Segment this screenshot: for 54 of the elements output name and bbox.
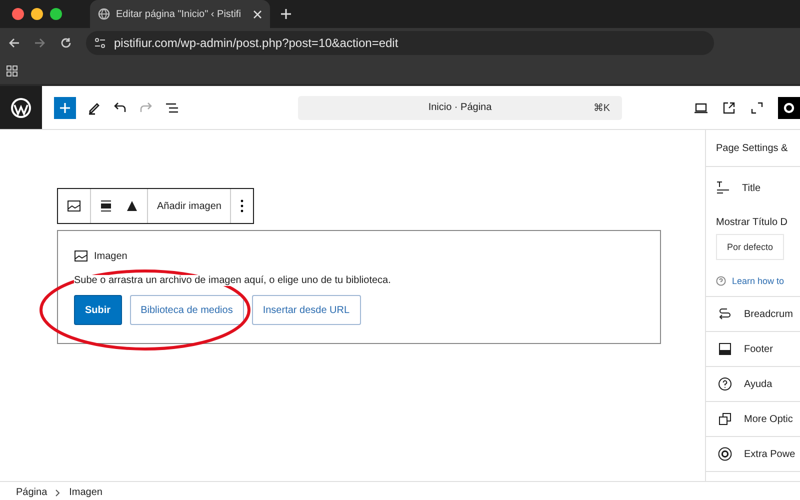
upload-button[interactable]: Subir [74,295,122,325]
panel-title[interactable]: Breadcrum [744,308,793,320]
help-link[interactable]: Learn how to [732,276,784,286]
fullscreen-icon[interactable] [750,100,764,114]
sidebar-header: Page Settings & [706,130,800,167]
panel-title[interactable]: Title [742,182,761,194]
triangle-icon[interactable] [126,200,138,212]
close-icon[interactable] [253,10,262,18]
align-icon[interactable] [100,200,112,212]
command-bar[interactable]: Inicio · Página ⌘K [298,96,622,120]
forward-icon[interactable] [34,37,46,49]
more-options-icon[interactable] [240,199,244,213]
route-icon [718,307,732,321]
instructions-text: Sube o arrastra un archivo de imagen aquí, o elige uno de tu biblioteca. [74,275,391,286]
help-icon [718,377,732,391]
panel-title[interactable]: Extra Powe [744,448,796,460]
logo-button[interactable] [0,86,42,129]
apps-grid-icon[interactable] [6,65,18,77]
title-icon [716,181,730,195]
plus-icon [59,102,71,114]
shortcut-hint: ⌘K [593,102,610,114]
desktop-preview-icon[interactable] [694,100,708,114]
field-label: Mostrar Título D [716,217,788,228]
external-link-icon[interactable] [722,100,736,114]
add-block-button[interactable] [54,96,76,118]
breadcrumb-link[interactable]: Imagen [69,487,102,498]
breadcrumb-link[interactable]: Página [16,487,48,498]
minimize-light-icon[interactable] [31,8,43,20]
panel-title[interactable]: More Optic [744,414,793,424]
chevron-icon [55,488,62,496]
panel-title[interactable]: Footer [744,344,773,354]
new-tab-icon[interactable] [278,6,294,22]
secondary-button[interactable]: Insertar desde URL [252,295,361,325]
browser-tab[interactable]: Editar página "Inicio" ‹ Pistifi [90,0,270,28]
globe-icon [98,8,110,20]
image-icon [74,249,88,263]
panel-title[interactable]: Ayuda [744,378,772,390]
address-bar[interactable]: pistifiur.com/wp-admin/post.php?post=10&action=edit [86,31,714,55]
option-button[interactable]: Por defecto [716,234,784,260]
image-icon[interactable] [67,199,81,213]
zoom-light-icon[interactable] [50,8,62,20]
secondary-button[interactable]: Biblioteca de medios [130,295,244,325]
block-label: Imagen [94,250,128,262]
copy-icon [718,412,732,426]
close-light-icon[interactable] [12,8,24,20]
logo-icon [10,96,32,118]
site-settings-icon[interactable] [94,37,106,49]
help-icon [716,276,726,286]
back-icon[interactable] [8,37,20,49]
reload-icon[interactable] [60,37,72,49]
footer-layout-icon [718,342,732,356]
ring-icon [782,100,796,114]
ring-icon [718,447,732,461]
plugin-button[interactable] [778,96,800,118]
